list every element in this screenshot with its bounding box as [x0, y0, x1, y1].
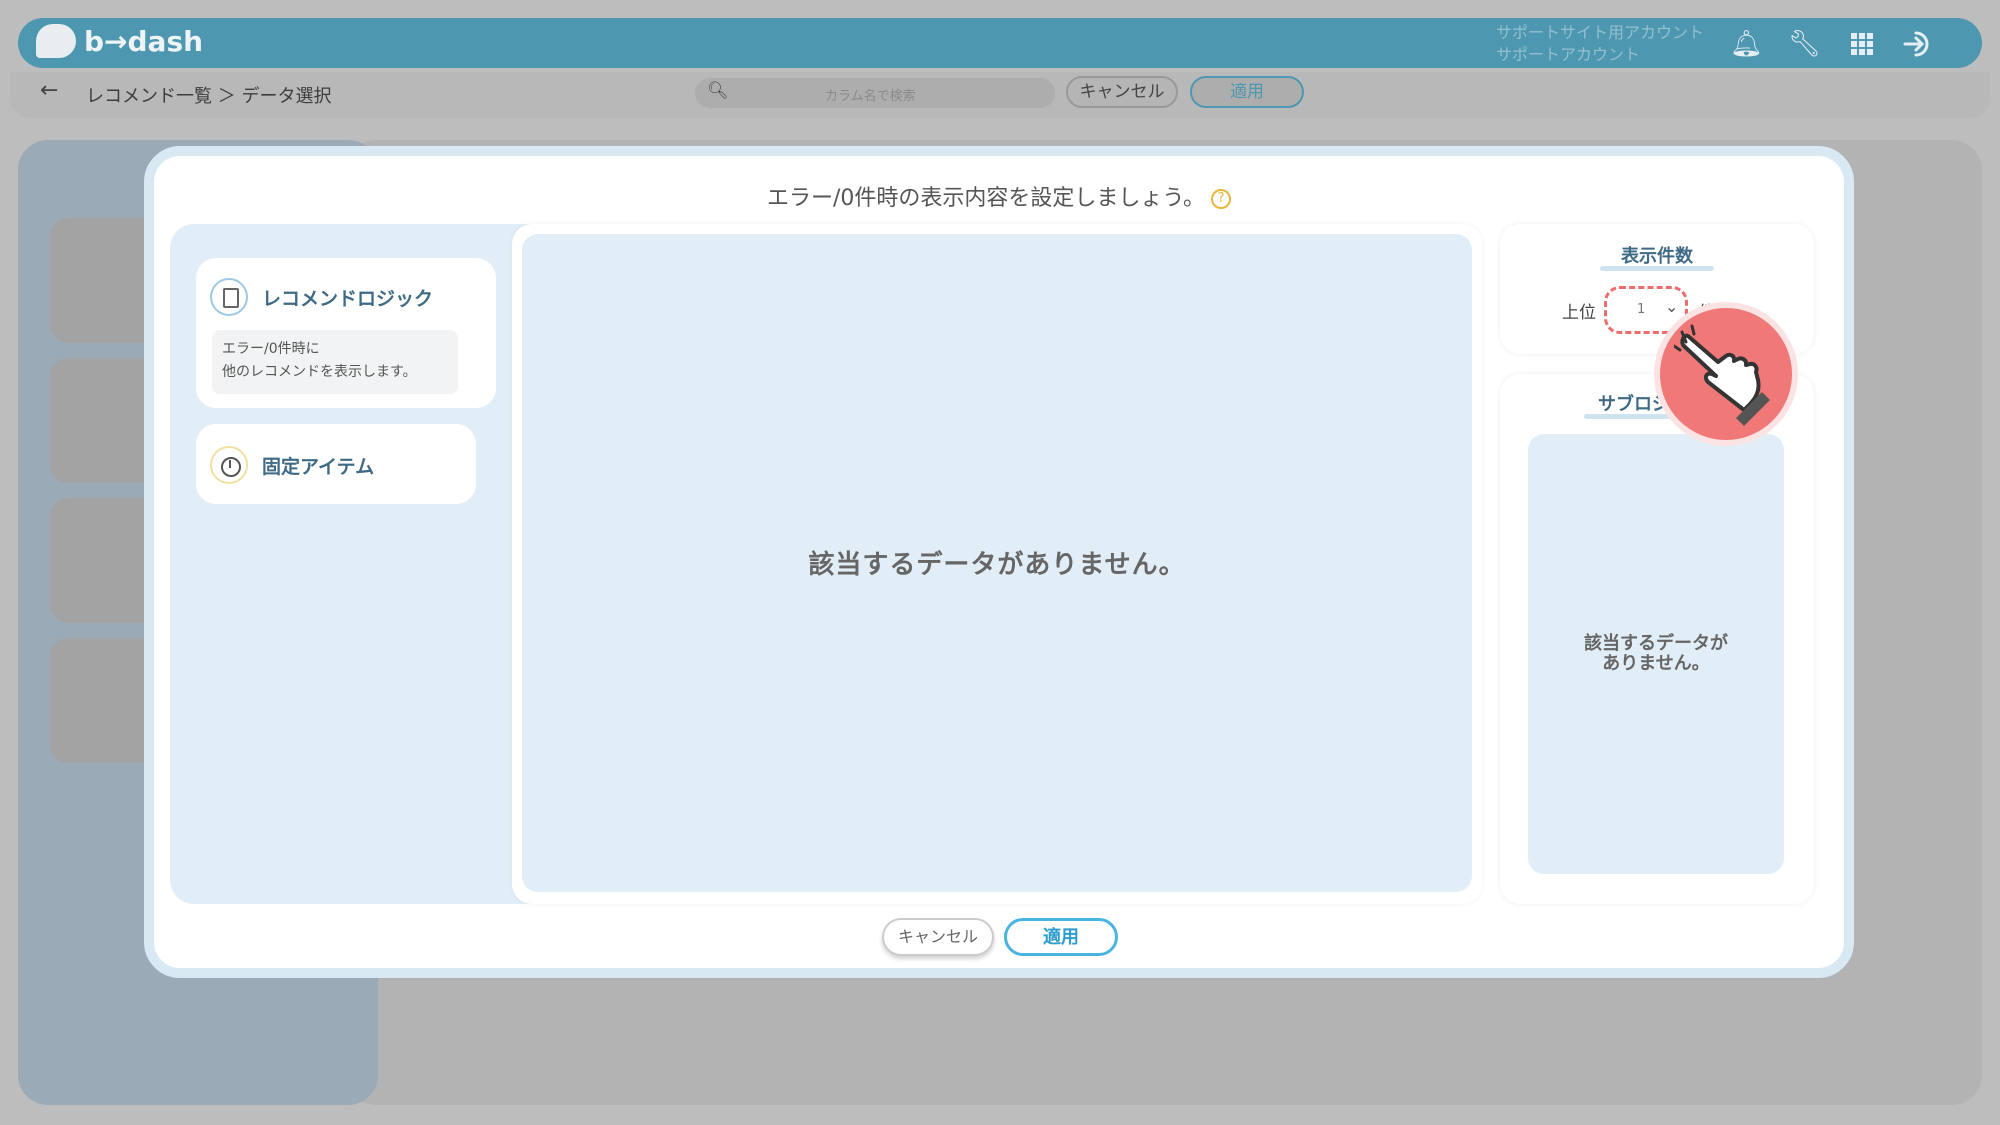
recommend-logic-desc-line-2: 他のレコメンドを表示します。: [222, 364, 417, 380]
help-icon[interactable]: ?: [1211, 189, 1232, 209]
title-underline: [1584, 414, 1674, 419]
grid-icon[interactable]: [1846, 28, 1878, 60]
toolbar-cancel-button[interactable]: キャンセル: [1066, 76, 1178, 108]
sub-logic-empty-line-1: 該当するデータが: [1584, 633, 1728, 654]
modal-title: エラー/0件時の表示内容を設定しましょう。?: [154, 180, 1844, 212]
sub-logic-empty-message: 該当するデータが ありません。: [1528, 634, 1784, 674]
modal-apply-button[interactable]: 適用: [1004, 918, 1118, 956]
tap-pointer-hand-icon: [1654, 302, 1798, 446]
logout-icon[interactable]: [1902, 28, 1934, 60]
logo-mark-icon: [36, 24, 76, 58]
recommend-logic-option[interactable]: レコメンドロジック エラー/0件時に 他のレコメンドを表示します。: [196, 258, 496, 408]
wrench-icon[interactable]: 🔧︎: [1788, 28, 1821, 60]
chevron-down-icon: ⌄: [1665, 297, 1679, 316]
display-count-title: 表示件数: [1621, 246, 1693, 267]
preview-panel: 該当するデータがありません。: [512, 224, 1482, 904]
sub-logic-empty-line-2: ありません。: [1602, 653, 1710, 674]
fixed-item-option[interactable]: 固定アイテム: [196, 424, 476, 504]
back-arrow-icon[interactable]: ←: [40, 78, 58, 103]
document-icon: [210, 278, 248, 316]
error-settings-modal: エラー/0件時の表示内容を設定しましょう。? レコメンドロジック エラー/0件時…: [144, 146, 1854, 978]
column-search[interactable]: 🔍︎ カラム名で検索: [695, 78, 1055, 108]
modal-title-text: エラー/0件時の表示内容を設定しましょう。: [766, 186, 1206, 211]
display-count-value: 1: [1637, 302, 1646, 317]
display-count-prefix: 上位: [1562, 303, 1596, 323]
sub-logic-area: 該当するデータが ありません。: [1528, 434, 1784, 874]
logo[interactable]: b→dash: [36, 24, 203, 58]
account-line-1: サポートサイト用アカウント: [1496, 23, 1705, 42]
preview-area: 該当するデータがありません。: [522, 234, 1472, 892]
preview-empty-message: 該当するデータがありません。: [808, 550, 1186, 580]
breadcrumb: レコメンド一覧 ＞ データ選択: [86, 86, 332, 107]
bell-icon[interactable]: 🔔︎: [1730, 28, 1763, 60]
fixed-item-title: 固定アイテム: [262, 456, 375, 478]
sub-logic-card: サブロジック 該当するデータが ありません。: [1500, 374, 1814, 904]
search-icon: 🔍︎: [707, 81, 729, 101]
app-header: b→dash サポートサイト用アカウント サポートアカウント 🔔︎ 🔧︎: [18, 18, 1982, 68]
search-placeholder: カラム名で検索: [825, 89, 916, 104]
clock-icon: [210, 446, 248, 484]
recommend-logic-desc-line-1: エラー/0件時に: [222, 341, 320, 357]
title-underline: [1600, 266, 1714, 271]
modal-cancel-button[interactable]: キャンセル: [882, 918, 994, 956]
account-info[interactable]: サポートサイト用アカウント サポートアカウント: [1496, 22, 1704, 66]
logo-text: b→dash: [84, 24, 204, 58]
recommend-logic-description: エラー/0件時に 他のレコメンドを表示します。: [212, 330, 458, 394]
account-line-2: サポートアカウント: [1496, 45, 1641, 64]
toolbar-apply-button[interactable]: 適用: [1190, 76, 1304, 108]
recommend-logic-title: レコメンドロジック: [262, 288, 434, 310]
